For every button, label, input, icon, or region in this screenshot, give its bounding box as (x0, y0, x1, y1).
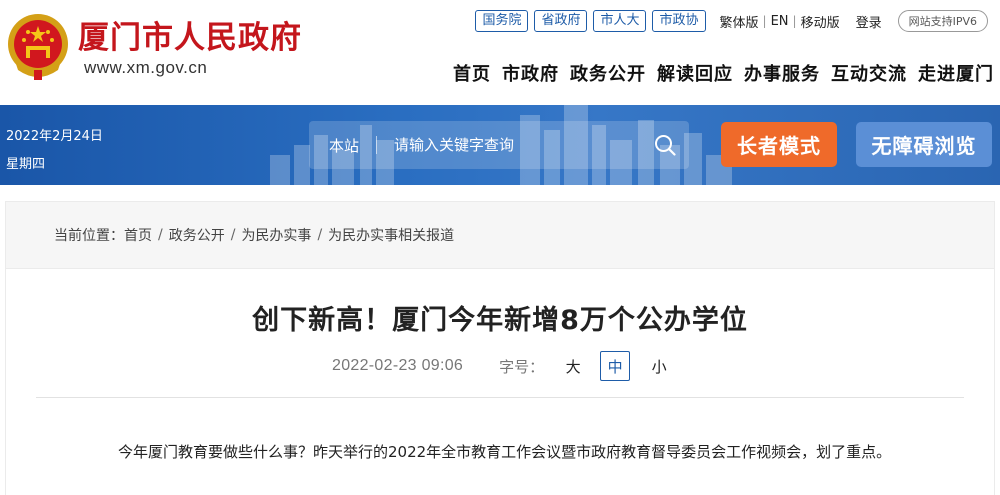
divider (36, 397, 964, 398)
nav-home[interactable]: 首页 (453, 60, 491, 86)
link-mobile[interactable]: 移动版 (801, 12, 840, 31)
site-header: 厦门市人民政府 www.xm.gov.cn 国务院 省政府 市人大 市政协 繁体… (0, 0, 1000, 105)
top-links: 国务院 省政府 市人大 市政协 繁体版 | EN | 移动版 登录 网站支持IP… (475, 10, 988, 32)
nav-gov-affairs[interactable]: 政务公开 (570, 60, 646, 86)
article: 创下新高！厦门今年新增8万个公办学位 2022-02-23 09:06 字号： … (5, 269, 995, 495)
current-weekday: 星期四 (6, 157, 46, 172)
current-date: 2022年2月24日 (6, 129, 103, 144)
font-size-large[interactable]: 大 (558, 351, 588, 381)
breadcrumb-separator: / (158, 227, 163, 243)
blue-banner: 2022年2月24日 星期四 本站 长者模式 无障碍浏览 (0, 105, 1000, 185)
national-emblem-icon (8, 14, 68, 80)
breadcrumb-label: 当前位置： (54, 228, 124, 244)
article-paragraph: 今年厦门教育要做些什么事？昨天举行的2022年全市教育工作会议暨市政府教育督导委… (118, 443, 892, 461)
link-provincial-gov[interactable]: 省政府 (534, 10, 588, 32)
login-link[interactable]: 登录 (856, 12, 882, 31)
nav-city-gov[interactable]: 市政府 (502, 60, 559, 86)
breadcrumb-related-reports[interactable]: 为民办实事相关报道 (328, 225, 454, 245)
breadcrumb: 当前位置： 首页 / 政务公开 / 为民办实事 / 为民办实事相关报道 (5, 201, 995, 269)
link-cppcc[interactable]: 市政协 (652, 10, 706, 32)
link-traditional[interactable]: 繁体版 (720, 12, 759, 31)
main-nav: 首页 市政府 政务公开 解读回应 办事服务 互动交流 走进厦门 (442, 60, 994, 86)
article-title: 创下新高！厦门今年新增8万个公办学位 (252, 305, 748, 336)
font-size-label: 字号： (499, 357, 545, 376)
nav-services[interactable]: 办事服务 (744, 60, 820, 86)
article-meta: 2022-02-23 09:06 字号： 大 中 小 (332, 351, 674, 381)
publish-datetime: 2022-02-23 09:06 (332, 357, 464, 374)
link-state-council[interactable]: 国务院 (475, 10, 529, 32)
nav-about-xiamen[interactable]: 走进厦门 (918, 60, 994, 86)
site-url: www.xm.gov.cn (84, 58, 208, 77)
search-input[interactable] (394, 136, 641, 154)
breadcrumb-gov-affairs[interactable]: 政务公开 (169, 225, 225, 245)
accessibility-button[interactable]: 无障碍浏览 (856, 122, 992, 167)
font-size-small[interactable]: 小 (644, 351, 674, 381)
elder-mode-button[interactable]: 长者模式 (721, 122, 837, 167)
link-city-congress[interactable]: 市人大 (593, 10, 647, 32)
breadcrumb-home[interactable]: 首页 (124, 225, 152, 245)
ipv6-badge: 网站支持IPV6 (897, 10, 988, 32)
font-size-medium[interactable]: 中 (600, 351, 631, 381)
date-display: 2022年2月24日 星期四 (6, 123, 103, 179)
breadcrumb-separator: / (230, 227, 236, 243)
site-name[interactable]: 厦门市人民政府 (78, 12, 302, 57)
search-icon[interactable] (641, 121, 689, 169)
breadcrumb-separator: / (317, 227, 323, 243)
breadcrumb-practical-matters[interactable]: 为民办实事 (241, 225, 311, 245)
link-english[interactable]: EN (771, 14, 789, 29)
separator: | (792, 14, 797, 28)
nav-interaction[interactable]: 互动交流 (831, 60, 907, 86)
nav-interpretation[interactable]: 解读回应 (657, 60, 733, 86)
search-divider (376, 136, 378, 154)
search-bar: 本站 (309, 121, 689, 169)
search-scope[interactable]: 本站 (329, 135, 359, 156)
separator: | (762, 14, 767, 28)
